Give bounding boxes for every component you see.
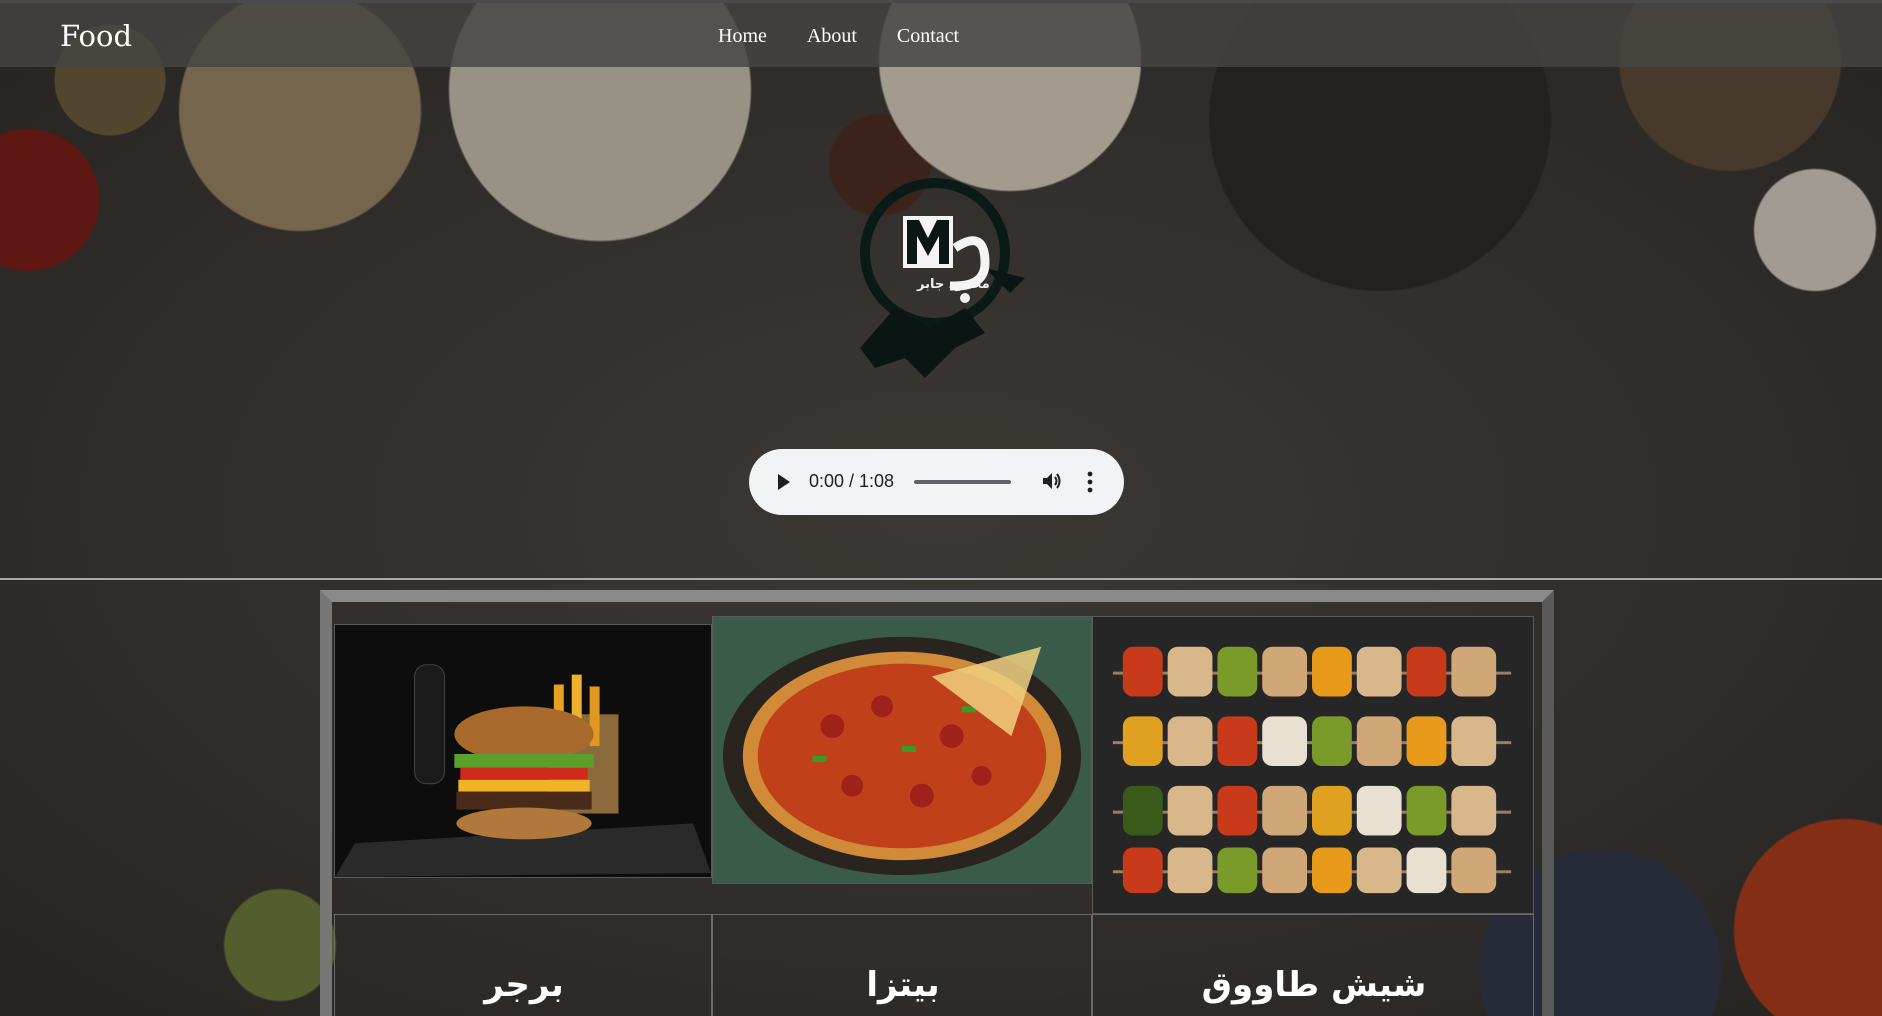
item-name-shish-tawook: شيش طاووق <box>1201 965 1427 1005</box>
more-options-icon[interactable] <box>1084 470 1096 494</box>
audio-seek-slider[interactable] <box>914 480 1011 484</box>
play-icon[interactable] <box>777 473 791 491</box>
audio-player[interactable]: 0:00 / 1:08 <box>749 449 1124 515</box>
nav-home-link[interactable]: Home <box>718 25 767 48</box>
logo-caption: محمود جابر <box>916 277 990 292</box>
shish-tawook-image[interactable] <box>1092 616 1534 914</box>
burger-image[interactable] <box>334 624 712 878</box>
section-divider <box>0 578 1882 580</box>
item-name-burger: برجر <box>484 965 564 1005</box>
brand-link[interactable]: Food <box>60 19 132 53</box>
menu-table: برجر بيتزا شيش طاووق <box>320 590 1554 1016</box>
nav-about-link[interactable]: About <box>807 25 857 48</box>
navbar: Food Home About Contact <box>0 0 1882 67</box>
audio-time: 0:00 / 1:08 <box>809 471 895 491</box>
nav-links: Home About Contact <box>718 25 959 48</box>
item-name-pizza: بيتزا <box>866 965 940 1005</box>
volume-icon[interactable] <box>1041 470 1063 492</box>
nav-contact-link[interactable]: Contact <box>897 25 959 48</box>
pizza-image[interactable] <box>712 616 1092 884</box>
name-cell-burger: برجر <box>334 914 712 1016</box>
name-cell-shish-tawook: شيش طاووق <box>1092 914 1534 1016</box>
name-cell-pizza: بيتزا <box>712 914 1092 1016</box>
logo-emblem: محمود جابر <box>835 158 1035 388</box>
